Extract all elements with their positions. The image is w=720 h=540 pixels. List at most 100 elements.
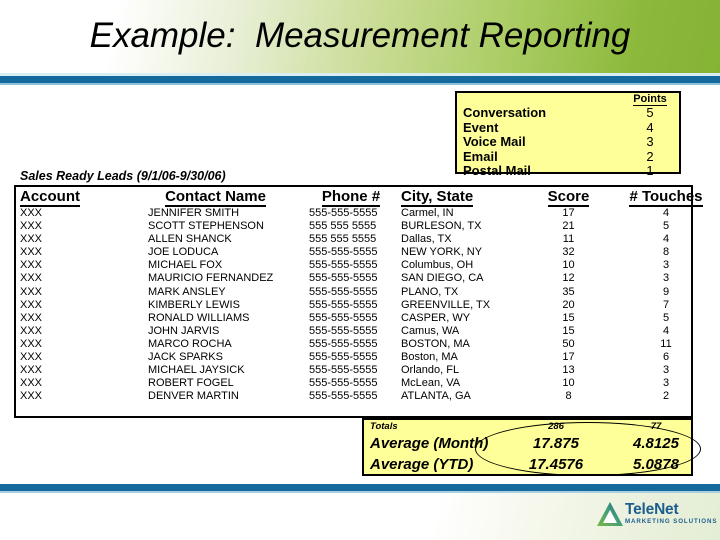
cell-phone: 555-555-5555	[309, 259, 378, 272]
totals-label: Totals	[370, 421, 398, 432]
cell-score: 12	[562, 272, 575, 285]
cell-account: XXX	[20, 351, 43, 364]
triangle-logo-icon	[597, 502, 623, 526]
logo-text-block: TeleNet MARKETING SOLUTIONS	[625, 502, 717, 526]
cell-score: 10	[562, 377, 575, 390]
summary-row-totals: Totals 286 77	[364, 420, 706, 433]
cell-account: XXX	[20, 272, 43, 285]
table-row: XXX MICHAEL JAYSICK 555-555-5555 Orlando, F…	[16, 364, 716, 377]
table-row: XXX JOHN JARVIS 555-555-5555 Camus, WA 15 4	[16, 325, 716, 338]
cell-phone: 555-555-5555	[309, 377, 378, 390]
average-ytd-touches-value: 5.0878	[633, 456, 679, 473]
cell-touches: 6	[662, 351, 670, 364]
cell-score: 32	[562, 246, 575, 259]
cell-city-state: GREENVILLE, TX	[401, 298, 491, 311]
points-activity-value: 3	[646, 134, 654, 149]
points-legend-row: Voice Mail 3	[457, 134, 679, 150]
column-header-city-state: City, State	[395, 187, 521, 207]
points-activity-value: 1	[646, 163, 654, 178]
totals-score-value: 286	[548, 421, 564, 432]
cell-phone: 555-555-5555	[309, 337, 378, 350]
cell-contact-name: JENNIFER SMITH	[148, 207, 240, 219]
cell-score: 20	[562, 298, 575, 311]
leads-table-head: Account Contact Name Phone # City, State…	[16, 187, 716, 207]
table-row: XXX MICHAEL FOX 555-555-5555 Columbus, OH 10…	[16, 259, 716, 272]
cell-account: XXX	[20, 364, 43, 377]
header-divider-blue-thin	[0, 83, 720, 85]
table-row: XXX JENNIFER SMITH 555-555-5555 Carmel, IN 1…	[16, 207, 716, 220]
column-header-score: Score	[521, 187, 616, 207]
cell-account: XXX	[20, 233, 43, 246]
cell-touches: 4	[662, 233, 670, 246]
cell-phone: 555 555 5555	[309, 233, 377, 246]
page-title: Example: Measurement Reporting	[89, 16, 631, 55]
cell-touches: 9	[662, 285, 670, 298]
cell-account: XXX	[20, 285, 43, 298]
cell-touches: 3	[662, 364, 670, 377]
cell-city-state: Orlando, FL	[401, 364, 460, 377]
column-header-touches-label: # Touches	[629, 188, 703, 207]
column-header-contact-name-label: Contact Name	[165, 188, 266, 207]
cell-city-state: PLANO, TX	[401, 285, 459, 298]
average-month-touches-value: 4.8125	[633, 435, 679, 452]
cell-account: XXX	[20, 390, 43, 403]
cell-account: XXX	[20, 337, 43, 350]
cell-city-state: ATLANTA, GA	[401, 390, 471, 403]
cell-contact-name: ROBERT FOGEL	[148, 377, 234, 390]
column-header-account-label: Account	[20, 188, 80, 207]
leads-report-caption: Sales Ready Leads (9/1/06-9/30/06)	[20, 169, 226, 183]
cell-contact-name: MAURICIO FERNANDEZ	[148, 272, 274, 285]
points-legend-row: Conversation 5	[457, 105, 679, 121]
cell-phone: 555-555-5555	[309, 364, 378, 377]
points-legend-blank-header	[457, 92, 621, 106]
table-row: XXX KIMBERLY LEWIS 555-555-5555 GREENVILLE,…	[16, 299, 716, 312]
cell-account: XXX	[20, 220, 43, 233]
cell-account: XXX	[20, 207, 43, 219]
cell-contact-name: JOHN JARVIS	[148, 324, 220, 337]
cell-touches: 3	[662, 272, 670, 285]
cell-account: XXX	[20, 377, 43, 390]
column-header-phone: Phone #	[307, 187, 395, 207]
average-month-label: Average (Month)	[370, 435, 489, 452]
cell-city-state: Columbus, OH	[401, 259, 474, 272]
cell-contact-name: MARCO ROCHA	[148, 337, 232, 350]
cell-city-state: Carmel, IN	[401, 207, 454, 219]
points-legend-row: Event 4	[457, 119, 679, 136]
cell-score: 17	[562, 207, 575, 219]
average-month-score-value: 17.875	[533, 435, 579, 452]
table-row: XXX DENVER MARTIN 555-555-5555 ATLANTA, GA 8…	[16, 390, 716, 403]
totals-touches-value: 77	[650, 421, 662, 432]
cell-score: 11	[562, 233, 575, 246]
cell-score: 50	[562, 337, 575, 350]
cell-touches: 3	[662, 377, 670, 390]
points-activity-label: Email	[463, 148, 498, 164]
logo-name: TeleNet	[625, 501, 679, 518]
cell-touches: 5	[662, 220, 670, 233]
points-activity-value: 4	[646, 119, 654, 135]
table-row: XXX MARK ANSLEY 555-555-5555 PLANO, TX 35 9	[16, 286, 716, 299]
footer-divider-blue	[0, 484, 720, 491]
cell-score: 17	[562, 351, 575, 364]
cell-contact-name: ALLEN SHANCK	[148, 233, 232, 246]
column-header-score-label: Score	[547, 188, 590, 207]
cell-phone: 555-555-5555	[309, 272, 378, 285]
cell-score: 13	[562, 364, 575, 377]
cell-score: 35	[562, 285, 575, 298]
cell-score: 21	[562, 220, 575, 233]
cell-contact-name: MICHAEL FOX	[148, 259, 223, 272]
cell-contact-name: RONALD WILLIAMS	[148, 311, 250, 324]
summary-box: Totals 286 77 Average (Month) 17.875 4.8…	[362, 418, 693, 476]
table-row: XXX MAURICIO FERNANDEZ 555-555-5555 SAN DIE…	[16, 272, 716, 285]
table-row: XXX RONALD WILLIAMS 555-555-5555 CASPER, WY…	[16, 312, 716, 325]
cell-city-state: Boston, MA	[401, 351, 458, 364]
cell-phone: 555-555-5555	[309, 246, 378, 259]
cell-city-state: BURLESON, TX	[401, 220, 482, 233]
average-ytd-score-value: 17.4576	[528, 456, 584, 473]
cell-account: XXX	[20, 324, 43, 337]
header-divider-blue	[0, 76, 720, 83]
cell-contact-name: MICHAEL JAYSICK	[148, 364, 245, 377]
cell-city-state: CASPER, WY	[401, 311, 471, 324]
table-row: XXX ALLEN SHANCK 555 555 5555 Dallas, TX 11 4	[16, 233, 716, 246]
points-legend-row: Postal Mail 1	[457, 163, 679, 179]
column-header-contact-name: Contact Name	[138, 187, 307, 207]
